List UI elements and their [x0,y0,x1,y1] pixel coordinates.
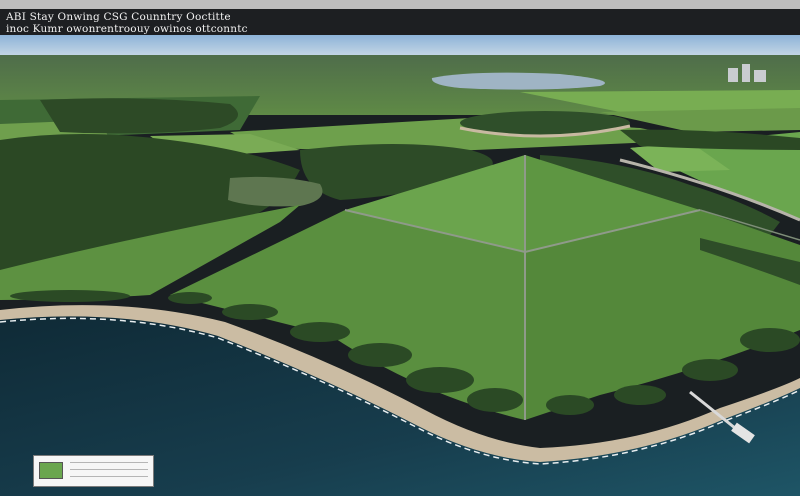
legend-box [33,455,154,487]
legend-text-lines [70,462,148,483]
window-top-strip [0,0,800,9]
aerial-image-viewer: ABI Stay Onwing CSG Counntry Ooctitte in… [0,0,800,496]
pond [228,176,323,207]
legend-swatch [39,462,63,479]
aerial-landscape [0,35,800,496]
caption-line-1: ABI Stay Onwing CSG Counntry Ooctitte [6,11,231,23]
sky [0,35,800,57]
caption-bar: ABI Stay Onwing CSG Counntry Ooctitte in… [0,9,800,35]
caption-line-2: inoc Kumr owonrentroouy owinos ottconntc [6,23,248,35]
